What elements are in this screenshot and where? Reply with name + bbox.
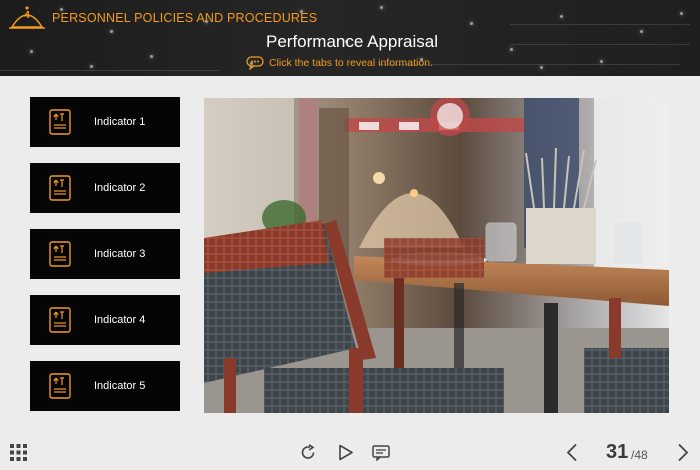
replay-icon[interactable] xyxy=(300,444,317,461)
document-pen-icon xyxy=(49,373,71,399)
tab-label: Indicator 2 xyxy=(94,182,146,194)
speech-bubble-icon xyxy=(246,56,264,70)
tab-label: Indicator 4 xyxy=(94,314,146,326)
tab-indicator-1[interactable]: Indicator 1 xyxy=(30,97,180,147)
document-pen-icon xyxy=(49,241,71,267)
restaurant-table-chairs-illustration xyxy=(204,98,669,413)
lesson-title: Performance Appraisal xyxy=(266,32,438,51)
tab-label: Indicator 3 xyxy=(94,248,146,260)
tab-indicator-3[interactable]: Indicator 3 xyxy=(30,229,180,279)
tab-label: Indicator 5 xyxy=(94,380,146,392)
instruction-hint: Click the tabs to reveal information. xyxy=(246,56,433,70)
notes-icon[interactable] xyxy=(372,445,390,461)
tab-indicator-5[interactable]: Indicator 5 xyxy=(30,361,180,411)
prev-arrow-icon[interactable] xyxy=(565,443,579,462)
document-pen-icon xyxy=(49,175,71,201)
total-pages: /48 xyxy=(631,448,648,462)
instruction-text: Click the tabs to reveal information. xyxy=(269,57,433,69)
tab-indicator-2[interactable]: Indicator 2 xyxy=(30,163,180,213)
document-pen-icon xyxy=(49,307,71,333)
restaurant-photo xyxy=(204,98,669,413)
menu-grid-icon[interactable] xyxy=(10,444,27,461)
course-title: PERSONNEL POLICIES AND PROCEDURES xyxy=(52,11,318,25)
header-banner: 4 PERSONNEL POLICIES AND PROCEDURES Perf… xyxy=(0,0,700,76)
document-pen-icon xyxy=(49,109,71,135)
current-page-number: 31 xyxy=(606,441,629,463)
module-number: 4 xyxy=(24,10,30,21)
next-arrow-icon[interactable] xyxy=(676,443,690,462)
play-icon[interactable] xyxy=(338,444,354,461)
tab-indicator-4[interactable]: Indicator 4 xyxy=(30,295,180,345)
tab-label: Indicator 1 xyxy=(94,116,146,128)
